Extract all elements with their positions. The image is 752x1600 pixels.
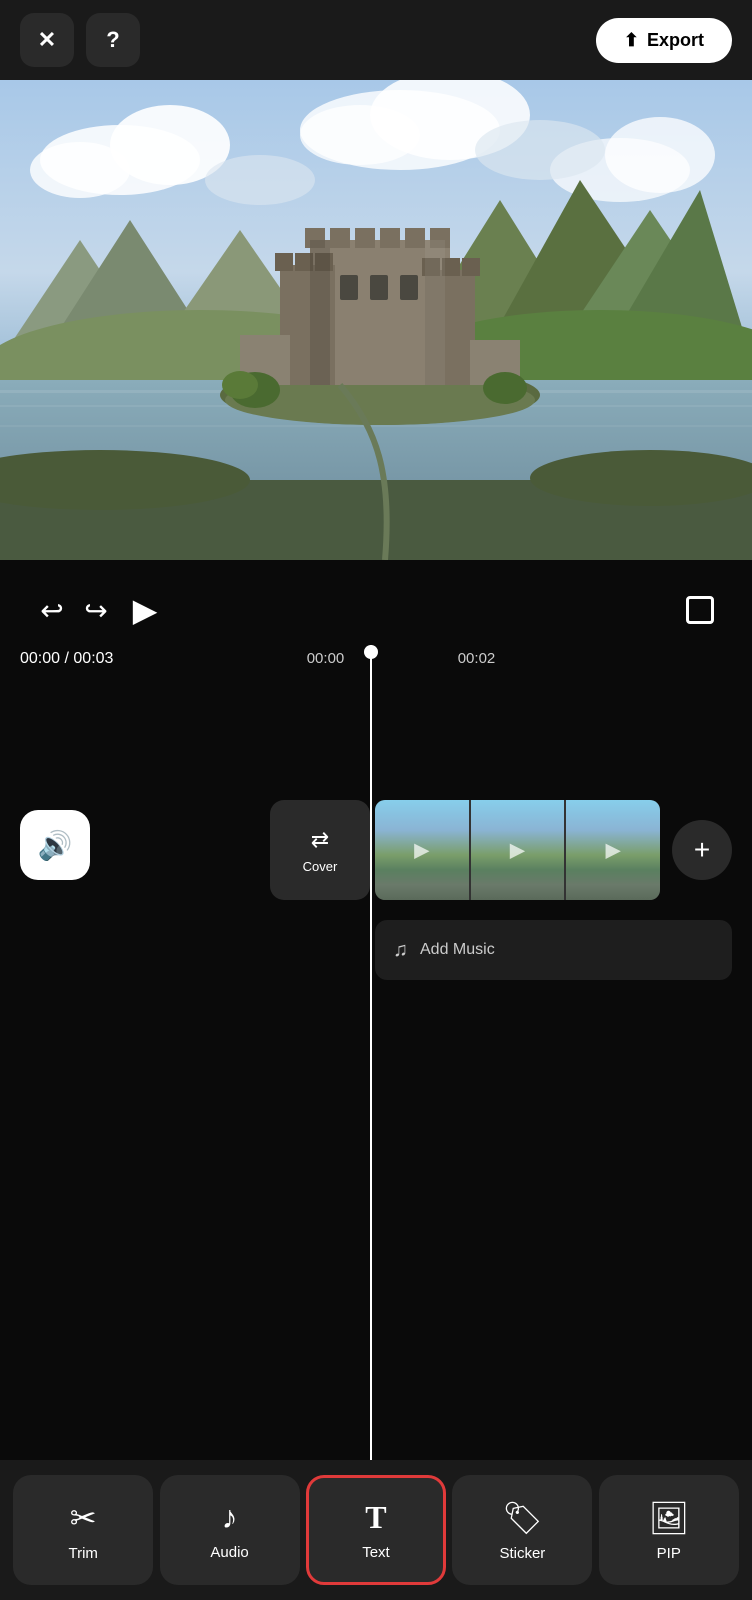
volume-icon: 🔊 <box>38 829 73 862</box>
top-bar: ✕ ? ⬆ Export <box>0 0 752 80</box>
tool-pip[interactable]: 🖼 PIP <box>599 1475 739 1585</box>
tool-trim-label: Trim <box>68 1545 97 1562</box>
timestamp-mark1: 00:00 <box>307 650 345 667</box>
fullscreen-icon <box>686 596 714 624</box>
video-frame <box>0 80 752 560</box>
playhead[interactable] <box>370 645 372 1460</box>
clip-thumb-3[interactable]: ▶ <box>566 800 660 900</box>
cover-label: Cover <box>303 859 338 874</box>
playback-controls: ↩ ↪ ▶ <box>0 570 752 650</box>
cover-swap-icon: ⇄ <box>311 827 329 853</box>
bottom-toolbar: ✂ Trim ♪ Audio T Text 🏷 Sticker 🖼 PIP <box>0 1460 752 1600</box>
tool-text-label: Text <box>362 1544 390 1561</box>
export-button[interactable]: ⬆ Export <box>596 18 732 63</box>
close-button[interactable]: ✕ <box>20 13 74 67</box>
video-preview <box>0 80 752 560</box>
clips-strip[interactable]: ▶ ▶ ▶ <box>375 800 660 900</box>
fullscreen-button[interactable] <box>678 588 722 632</box>
clip-play-icon-2: ▶ <box>510 838 525 863</box>
tool-sticker[interactable]: 🏷 Sticker <box>452 1475 592 1585</box>
undo-button[interactable]: ↩ <box>30 588 74 632</box>
tool-pip-label: PIP <box>657 1545 681 1562</box>
timestamp-mark2: 00:02 <box>458 650 496 667</box>
export-icon: ⬆ <box>624 30 639 51</box>
play-button[interactable]: ▶ <box>118 583 172 637</box>
volume-button[interactable]: 🔊 <box>20 810 90 880</box>
top-bar-left: ✕ ? <box>20 13 140 67</box>
clip-play-icon-3: ▶ <box>605 838 620 863</box>
sticker-icon: 🏷 <box>502 1499 543 1537</box>
pip-icon: 🖼 <box>648 1499 689 1537</box>
add-music-label: Add Music <box>420 941 495 959</box>
timeline-area <box>0 560 752 1460</box>
audio-icon: ♪ <box>222 1499 238 1536</box>
text-icon: T <box>365 1499 386 1536</box>
cover-thumbnail[interactable]: ⇄ Cover <box>270 800 370 900</box>
help-button[interactable]: ? <box>86 13 140 67</box>
clip-thumb-2[interactable]: ▶ <box>471 800 565 900</box>
music-note-icon: ♫ <box>393 939 408 962</box>
tool-trim[interactable]: ✂ Trim <box>13 1475 153 1585</box>
tool-audio-label: Audio <box>210 1544 248 1561</box>
clip-play-icon-1: ▶ <box>414 838 429 863</box>
playhead-handle[interactable] <box>364 645 378 659</box>
tool-sticker-label: Sticker <box>499 1545 545 1562</box>
tool-text[interactable]: T Text <box>306 1475 446 1585</box>
redo-button[interactable]: ↪ <box>74 588 118 632</box>
clip-thumb-1[interactable]: ▶ <box>375 800 469 900</box>
scissors-icon: ✂ <box>70 1499 97 1537</box>
tool-audio[interactable]: ♪ Audio <box>160 1475 300 1585</box>
export-label: Export <box>647 30 704 51</box>
add-clip-button[interactable]: + <box>672 820 732 880</box>
add-music-row[interactable]: ♫ Add Music <box>375 920 732 980</box>
